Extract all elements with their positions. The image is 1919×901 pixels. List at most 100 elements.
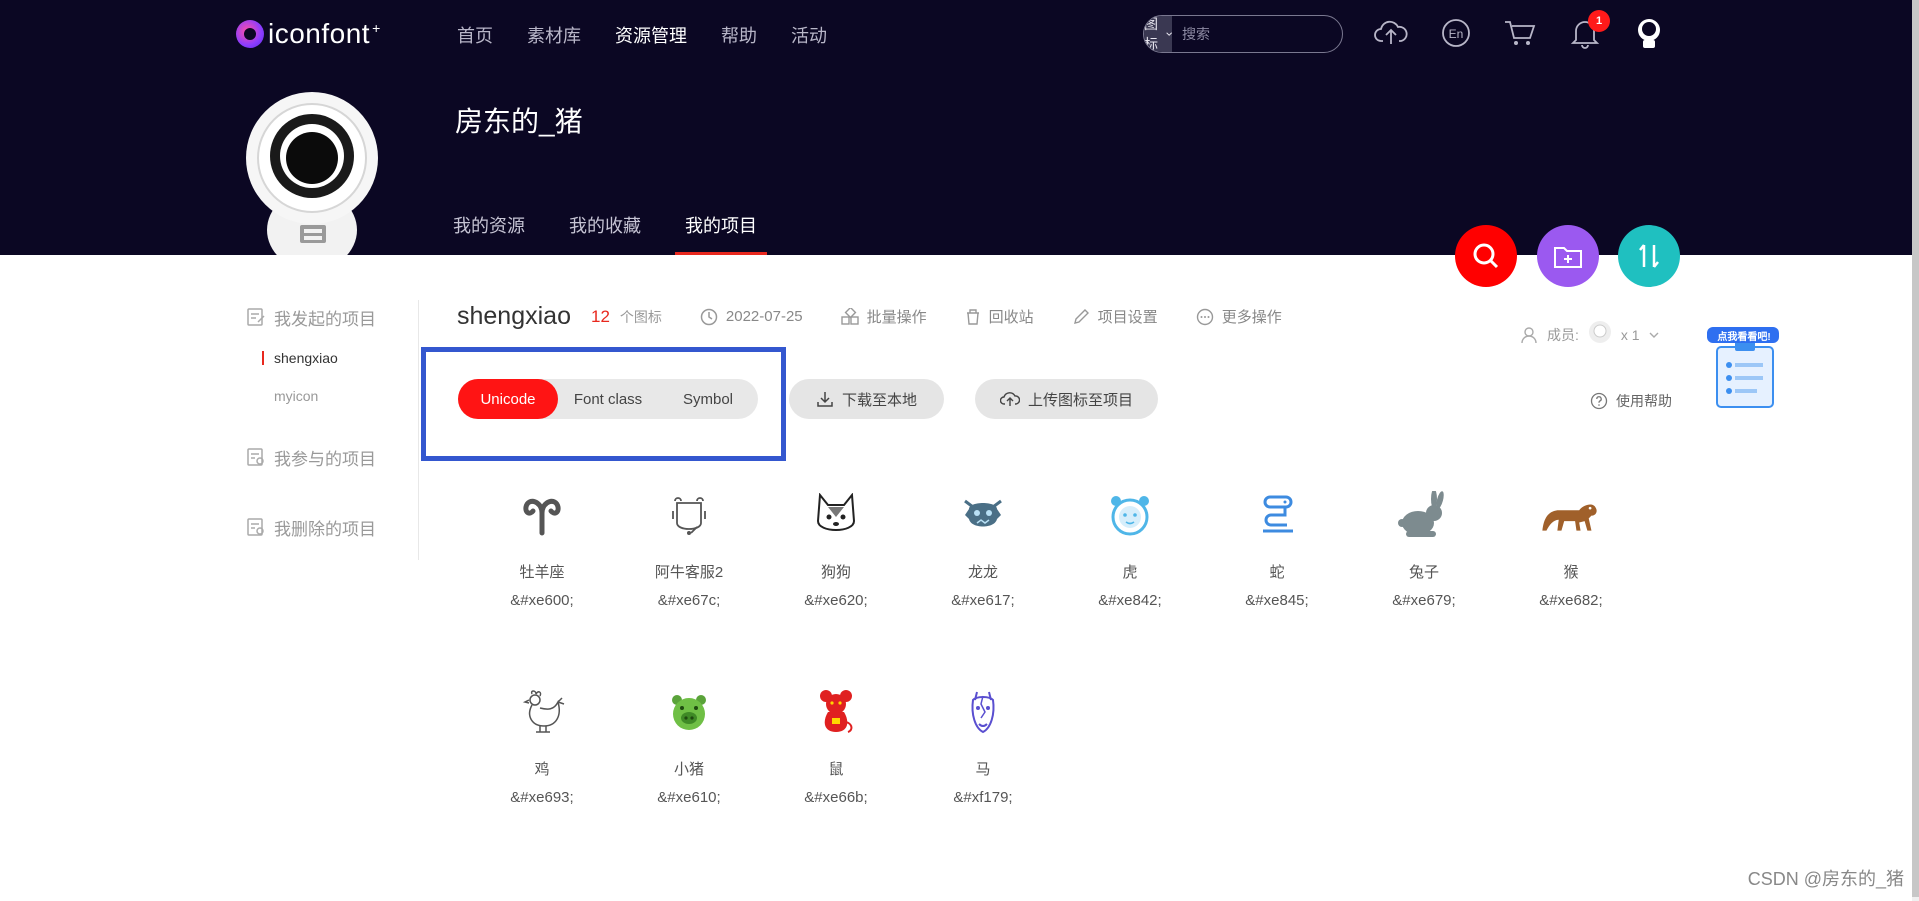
avatar-icon <box>1638 19 1660 48</box>
search-fab-button[interactable] <box>1455 225 1517 287</box>
sidebar-group-created[interactable]: 我发起的项目 <box>246 300 418 334</box>
download-icon <box>817 392 833 407</box>
icon-count: 12 <box>590 306 610 326</box>
language-icon: En <box>1442 19 1470 47</box>
robot-avatar-icon <box>246 92 378 255</box>
search-type-label: 图标 <box>1144 16 1158 52</box>
search-box: 图标 <box>1143 15 1343 53</box>
icon-card[interactable]: 猴 &#xe682; <box>1497 485 1645 675</box>
logo-mark-icon <box>236 20 264 48</box>
icon-card[interactable]: 虎 &#xe842; <box>1056 485 1204 675</box>
help-sticker[interactable]: 点我看看吧! <box>1707 325 1782 410</box>
upload-cloud-button[interactable] <box>1374 16 1408 50</box>
rat-icon <box>806 682 866 742</box>
search-type-dropdown[interactable]: 图标 <box>1144 16 1172 52</box>
icon-card[interactable]: 阿牛客服2 &#xe67c; <box>615 485 763 675</box>
icon-card[interactable]: 兔子 &#xe679; <box>1350 485 1498 675</box>
chevron-down-icon <box>1649 332 1659 338</box>
download-button[interactable]: 下载至本地 <box>789 379 944 419</box>
sidebar-item-shengxiao[interactable]: shengxiao <box>246 344 418 372</box>
sidebar-divider <box>418 300 419 560</box>
more-actions-button[interactable]: 更多操作 <box>1196 306 1282 327</box>
project-joined-icon <box>247 448 264 466</box>
icon-name: 鼠 <box>828 761 844 778</box>
project-sidebar: 我发起的项目 shengxiao myicon 我参与的项目 我删除的项目 <box>246 300 418 544</box>
tab-my-projects[interactable]: 我的项目 <box>675 212 767 255</box>
icon-name: 龙龙 <box>967 564 998 581</box>
sidebar-group-deleted[interactable]: 我删除的项目 <box>246 510 418 544</box>
batch-action-button[interactable]: 批量操作 <box>840 306 927 327</box>
profile-avatar[interactable] <box>242 90 382 255</box>
sort-fab-button[interactable] <box>1618 225 1680 287</box>
logo-text: iconfont <box>268 18 371 49</box>
sidebar-group-label: 我删除的项目 <box>274 519 376 539</box>
cow-service-icon <box>659 485 719 545</box>
icon-name: 马 <box>975 761 991 778</box>
search-input[interactable] <box>1172 16 1342 52</box>
project-date-text: 2022-07-25 <box>725 308 803 325</box>
nav-materials[interactable]: 素材库 <box>527 22 581 48</box>
sidebar-group-label: 我参与的项目 <box>274 449 376 469</box>
upload-cloud-icon <box>1374 20 1408 44</box>
sort-icon <box>1639 244 1659 268</box>
user-avatar-small[interactable] <box>1632 16 1666 50</box>
question-icon <box>1590 392 1608 410</box>
add-folder-fab-button[interactable] <box>1537 225 1599 287</box>
sidebar-group-label: 我发起的项目 <box>274 309 376 329</box>
icon-name: 虎 <box>1122 564 1138 581</box>
icon-name: 蛇 <box>1269 564 1285 581</box>
icon-code: &#xe600; <box>510 592 574 609</box>
icon-card[interactable]: 小猪 &#xe610; <box>615 682 763 872</box>
sidebar-group-joined[interactable]: 我参与的项目 <box>246 440 418 474</box>
upload-cloud-icon <box>999 392 1020 406</box>
tiger-icon <box>1100 485 1160 545</box>
icon-card[interactable]: 鼠 &#xe66b; <box>762 682 910 872</box>
tab-my-resources[interactable]: 我的资源 <box>453 212 525 255</box>
language-label: En <box>1449 27 1464 41</box>
search-icon <box>1473 243 1499 269</box>
snake-icon <box>1247 485 1307 545</box>
rabbit-icon <box>1394 485 1454 545</box>
icon-card[interactable]: 马 &#xf179; <box>909 682 1057 872</box>
tab-symbol[interactable]: Symbol <box>658 379 758 419</box>
recycle-bin-label: 回收站 <box>988 309 1034 326</box>
icon-code: &#xe66b; <box>804 789 868 806</box>
dragon-icon <box>953 485 1013 545</box>
clock-icon <box>700 308 718 325</box>
nav-home[interactable]: 首页 <box>457 22 493 48</box>
recycle-bin-button[interactable]: 回收站 <box>965 306 1034 327</box>
icon-name: 阿牛客服2 <box>654 564 724 581</box>
sidebar-item-myicon[interactable]: myicon <box>246 382 418 410</box>
icon-card[interactable]: 牡羊座 &#xe600; <box>468 485 616 675</box>
upload-label: 上传图标至项目 <box>1027 391 1133 409</box>
dog-icon <box>806 485 866 545</box>
nav-activity[interactable]: 活动 <box>791 22 827 48</box>
tab-font-class[interactable]: Font class <box>558 379 658 419</box>
icon-code: &#xf179; <box>953 789 1013 806</box>
icon-card[interactable]: 蛇 &#xe845; <box>1203 485 1351 675</box>
icon-card[interactable]: 鸡 &#xe693; <box>468 682 616 872</box>
help-link[interactable]: 使用帮助 <box>1590 391 1672 411</box>
iconfont-logo[interactable]: iconfont + <box>236 18 380 50</box>
cart-button[interactable] <box>1503 16 1537 50</box>
upload-icons-button[interactable]: 上传图标至项目 <box>975 379 1158 419</box>
rooster-icon <box>512 682 572 742</box>
nav-resources[interactable]: 资源管理 <box>615 22 687 48</box>
vertical-scrollbar[interactable] <box>1912 0 1919 901</box>
members-indicator[interactable]: 成员: x 1 <box>1521 320 1660 350</box>
project-settings-button[interactable]: 项目设置 <box>1072 306 1158 327</box>
icon-card[interactable]: 狗狗 &#xe620; <box>762 485 910 675</box>
language-button[interactable]: En <box>1439 16 1473 50</box>
notification-button[interactable]: 1 <box>1568 10 1610 50</box>
tab-unicode[interactable]: Unicode <box>458 379 558 419</box>
icon-code: &#xe693; <box>510 789 574 806</box>
logo-plus: + <box>372 20 381 36</box>
icon-name: 牡羊座 <box>519 564 565 581</box>
icon-card[interactable]: 龙龙 &#xe617; <box>909 485 1057 675</box>
member-avatar-icon <box>1588 321 1611 343</box>
more-dots-icon <box>1196 308 1213 325</box>
aries-icon <box>512 485 572 545</box>
scrollbar-thumb[interactable] <box>1912 0 1919 897</box>
nav-help[interactable]: 帮助 <box>721 22 757 48</box>
tab-my-favorites[interactable]: 我的收藏 <box>569 212 641 255</box>
